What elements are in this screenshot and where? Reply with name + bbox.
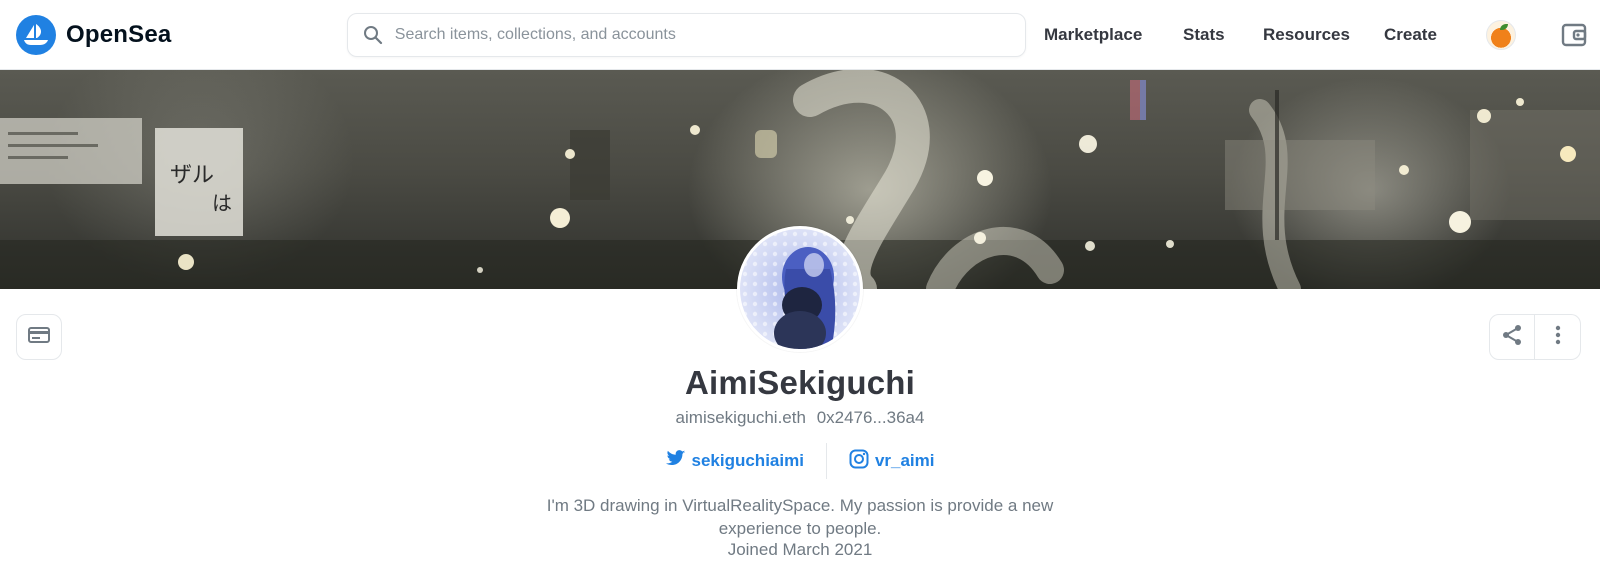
instagram-icon	[849, 449, 869, 474]
instagram-handle: vr_aimi	[874, 451, 935, 470]
banner-toggle-button[interactable]	[16, 314, 62, 360]
twitter-icon	[665, 450, 686, 472]
opensea-logo-icon	[16, 15, 56, 55]
wallet-icon[interactable]	[1560, 21, 1588, 49]
instagram-link[interactable]: vr_aimi	[827, 449, 957, 474]
share-button[interactable]	[1489, 314, 1535, 360]
profile-avatar	[737, 226, 863, 352]
nav-stats[interactable]: Stats	[1183, 0, 1225, 70]
nav-resources[interactable]: Resources	[1263, 0, 1350, 70]
nav-marketplace[interactable]: Marketplace	[1044, 0, 1142, 70]
search-input[interactable]	[394, 26, 1011, 44]
banner-card-icon	[28, 326, 50, 349]
svg-text:ザル: ザル	[170, 163, 214, 188]
more-vertical-icon	[1555, 325, 1561, 350]
share-icon	[1501, 324, 1523, 351]
joined-date: Joined March 2021	[727, 540, 873, 559]
search-bar[interactable]	[347, 13, 1026, 57]
opensea-logo-link[interactable]: OpenSea	[16, 15, 171, 55]
twitter-handle: sekiguchiaimi	[691, 451, 804, 470]
more-options-button[interactable]	[1535, 314, 1581, 360]
top-navigation-bar: OpenSea Marketplace Stats Resources Crea…	[0, 0, 1600, 70]
profile-address-row: aimisekiguchi.eth 0x2476...36a4	[0, 408, 1600, 428]
svg-text:は: は	[212, 191, 232, 215]
twitter-link[interactable]: sekiguchiaimi	[644, 450, 826, 472]
profile-bio: I'm 3D drawing in VirtualRealitySpace. M…	[546, 496, 1054, 538]
nav-create[interactable]: Create	[1384, 0, 1437, 70]
social-links: sekiguchiaimi vr_aimi	[0, 443, 1600, 479]
ens-name[interactable]: aimisekiguchi.eth	[676, 408, 806, 427]
profile-username: AimiSekiguchi	[685, 364, 915, 401]
search-icon	[362, 23, 385, 47]
brand-name: OpenSea	[66, 21, 172, 48]
wallet-address[interactable]: 0x2476...36a4	[817, 408, 925, 427]
account-avatar[interactable]	[1486, 20, 1516, 50]
